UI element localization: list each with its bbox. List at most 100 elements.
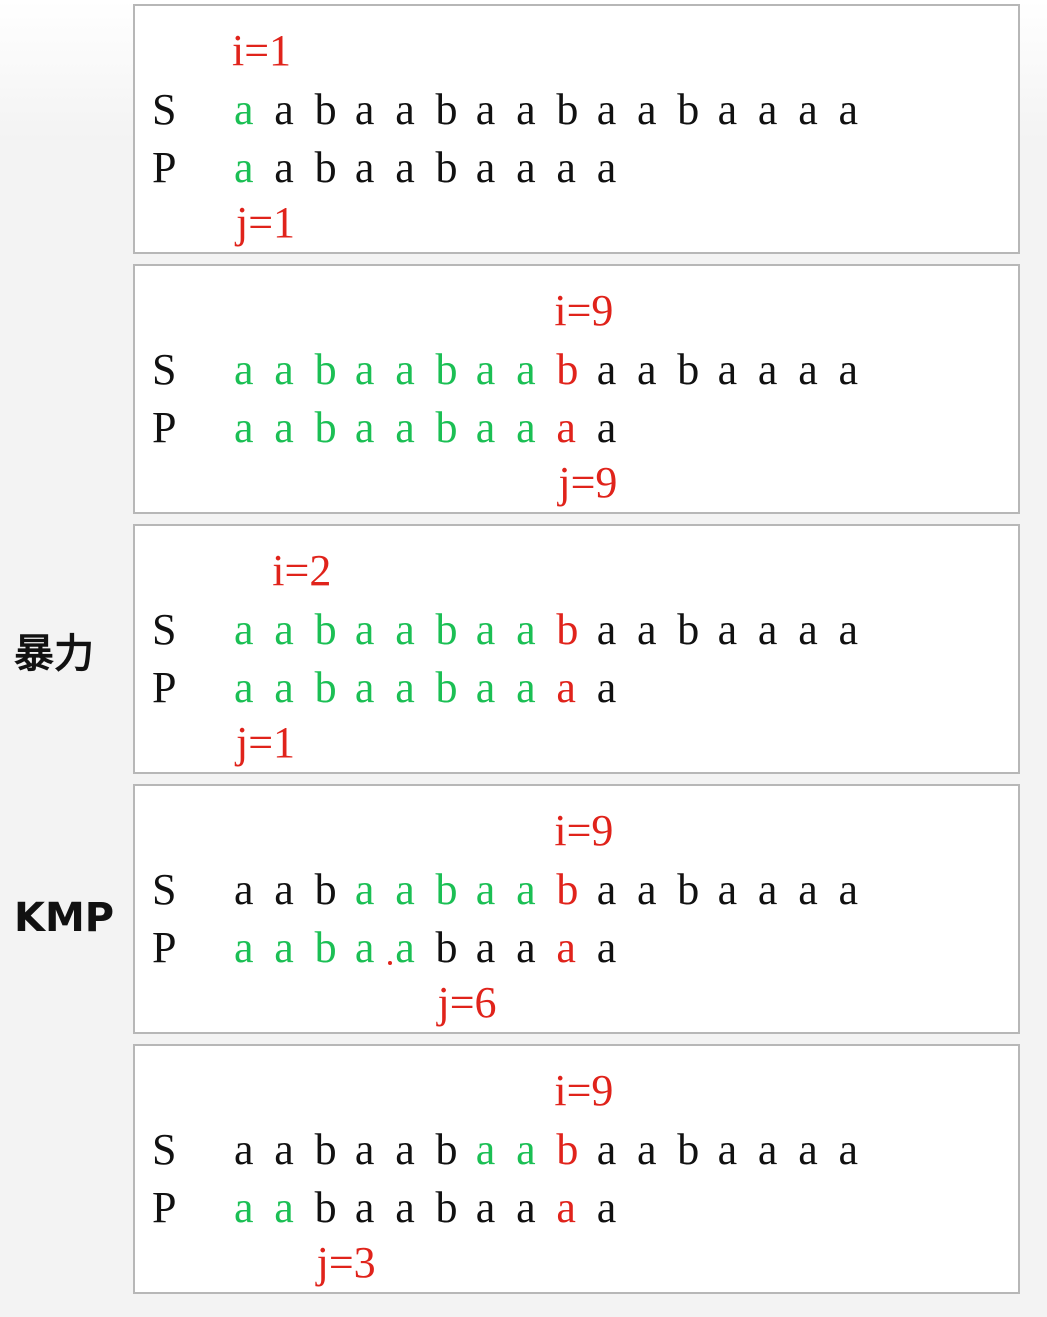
- p-char: a: [395, 403, 415, 452]
- s-char: b: [677, 865, 700, 914]
- s-char: a: [475, 605, 496, 654]
- s-char: b: [677, 1125, 700, 1174]
- s-char: a: [717, 865, 738, 914]
- s-char: a: [798, 85, 818, 134]
- p-char: a: [556, 663, 576, 712]
- row-label-p: P: [152, 663, 177, 712]
- s-char: b: [314, 1125, 337, 1174]
- i-pointer-label: i=9: [554, 806, 614, 855]
- s-char: a: [717, 85, 738, 134]
- p-char: a: [354, 1183, 375, 1232]
- s-char: b: [314, 85, 337, 134]
- s-char: b: [677, 345, 700, 394]
- p-char: b: [314, 1183, 337, 1232]
- s-char: a: [274, 605, 294, 654]
- s-char: b: [556, 605, 579, 654]
- s-char: b: [677, 85, 700, 134]
- row-label-s: S: [152, 865, 177, 914]
- i-pointer-label: i=9: [554, 286, 614, 335]
- p-char: a: [234, 1183, 254, 1232]
- row-label-s: S: [152, 605, 177, 654]
- s-char: b: [556, 1125, 579, 1174]
- s-char: b: [314, 345, 337, 394]
- row-label-p: P: [152, 923, 177, 972]
- s-char: a: [596, 865, 617, 914]
- row-label-p: P: [152, 403, 177, 452]
- s-char: b: [435, 1125, 458, 1174]
- s-char: a: [274, 85, 294, 134]
- j-pointer-label: j=3: [316, 1238, 376, 1287]
- p-char: a: [475, 143, 496, 192]
- s-char: a: [757, 865, 778, 914]
- p-char: a: [234, 403, 254, 452]
- s-char: a: [717, 1125, 738, 1174]
- p-char: a: [234, 663, 254, 712]
- p-char: a: [516, 1183, 536, 1232]
- s-char: b: [435, 605, 458, 654]
- s-char: a: [757, 345, 778, 394]
- p-char: a: [395, 923, 415, 972]
- s-char: a: [637, 865, 657, 914]
- s-char: b: [435, 865, 458, 914]
- comparison-panel: i=9 S Pa a b a a b a a b a a b a a a a a a b a a b a a a a j=3: [133, 1044, 1020, 1294]
- s-char: b: [435, 85, 458, 134]
- s-char: a: [516, 85, 536, 134]
- j-pointer-label: j=1: [236, 718, 296, 767]
- s-char: a: [354, 1125, 375, 1174]
- p-char: a: [395, 663, 415, 712]
- p-char: a: [234, 143, 254, 192]
- p-char: a: [596, 403, 617, 452]
- p-char: a: [234, 923, 254, 972]
- p-char: b: [314, 663, 337, 712]
- s-char: a: [354, 865, 375, 914]
- s-char: a: [838, 605, 859, 654]
- s-char: a: [757, 605, 778, 654]
- s-char: a: [838, 1125, 859, 1174]
- s-char: a: [717, 605, 738, 654]
- s-char: b: [556, 865, 579, 914]
- p-char: b: [435, 923, 458, 972]
- s-char: a: [354, 85, 375, 134]
- s-char: a: [798, 1125, 818, 1174]
- p-char: a: [354, 143, 375, 192]
- p-char: a: [556, 143, 576, 192]
- p-char: a: [475, 923, 496, 972]
- p-char: a: [274, 403, 294, 452]
- s-char: a: [596, 345, 617, 394]
- p-char: b: [435, 143, 458, 192]
- s-char: a: [637, 1125, 657, 1174]
- s-char: a: [596, 85, 617, 134]
- p-char: a: [274, 923, 294, 972]
- s-char: a: [596, 1125, 617, 1174]
- s-char: a: [395, 85, 415, 134]
- s-char: a: [798, 865, 818, 914]
- s-char: a: [354, 345, 375, 394]
- p-char: b: [314, 403, 337, 452]
- p-char: a: [475, 663, 496, 712]
- j-pointer-label: j=9: [558, 458, 618, 507]
- p-char: a: [596, 663, 617, 712]
- row-label-s: S: [152, 85, 177, 134]
- s-char: b: [677, 605, 700, 654]
- p-char: a: [596, 1183, 617, 1232]
- s-char: a: [637, 345, 657, 394]
- p-char: b: [435, 1183, 458, 1232]
- s-char: a: [475, 85, 496, 134]
- s-char: a: [475, 865, 496, 914]
- row-label-p: P: [152, 1183, 177, 1232]
- p-char: a: [354, 663, 375, 712]
- s-char: a: [234, 85, 254, 134]
- p-char: a: [354, 923, 375, 972]
- s-char: a: [596, 605, 617, 654]
- p-char: a: [395, 1183, 415, 1232]
- p-char: a: [475, 1183, 496, 1232]
- p-char: a: [274, 143, 294, 192]
- p-char: a: [516, 403, 536, 452]
- comparison-panel: i=1 S Pa a b a a b a a b a a b a a a a a a b a a b a a a a j=1: [133, 4, 1020, 254]
- i-pointer-label: i=2: [272, 546, 332, 595]
- p-char: a: [475, 403, 496, 452]
- p-char: b: [435, 403, 458, 452]
- p-char: a: [516, 923, 536, 972]
- brute-force-label: 暴力: [14, 631, 94, 677]
- i-pointer-label: i=1: [232, 26, 292, 75]
